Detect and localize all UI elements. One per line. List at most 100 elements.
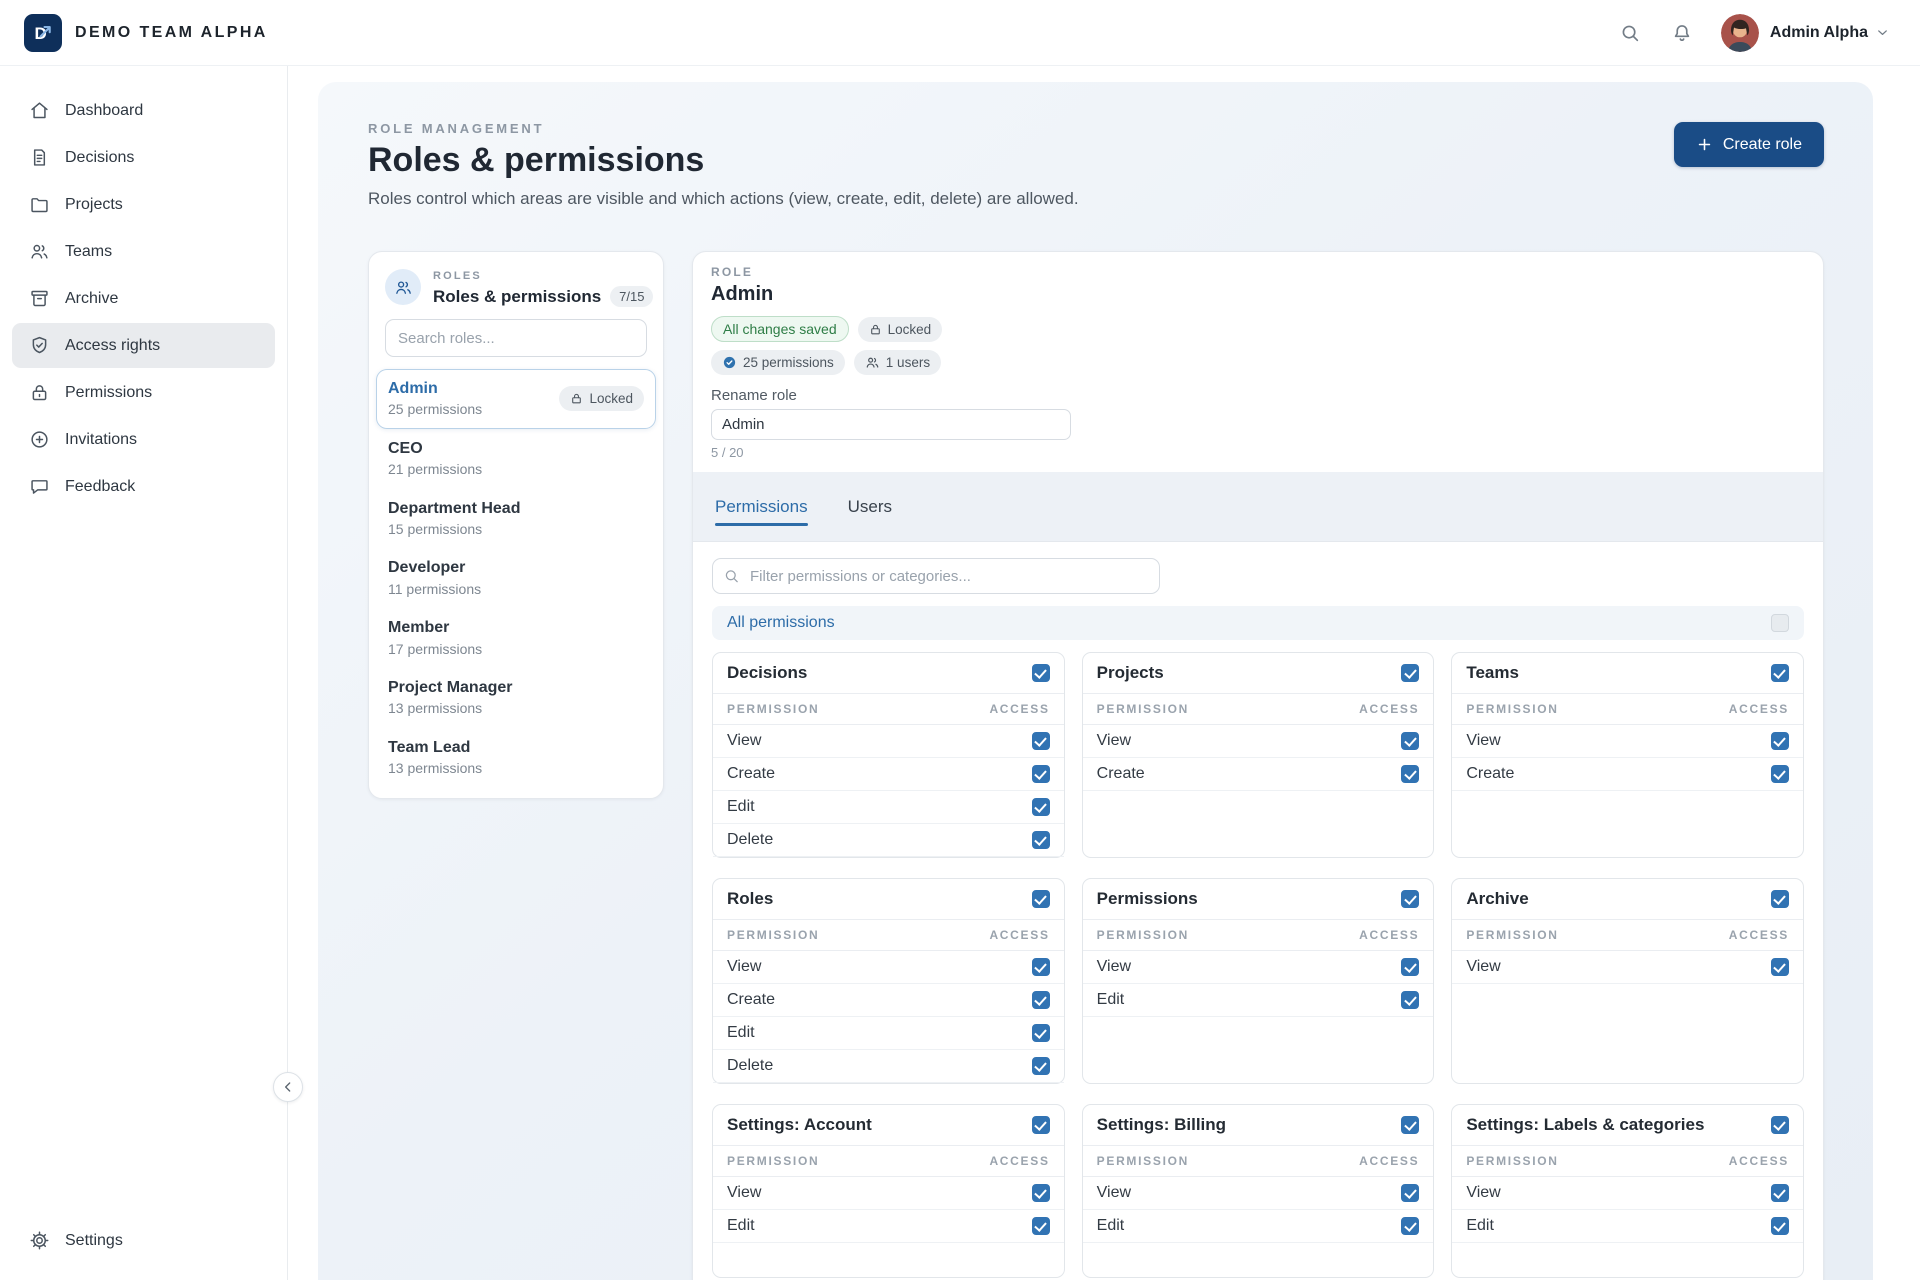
permissions-filter-input[interactable] (712, 558, 1160, 594)
tab-permissions[interactable]: Permissions (715, 472, 808, 541)
category-checkbox[interactable] (1771, 890, 1789, 908)
create-role-button[interactable]: Create role (1674, 122, 1824, 167)
category-checkbox[interactable] (1032, 664, 1050, 682)
permission-checkbox[interactable] (1771, 765, 1789, 783)
all-permissions-checkbox[interactable] (1771, 614, 1789, 632)
page-title: Roles & permissions (368, 143, 1079, 179)
access-column-label: ACCESS (989, 928, 1049, 942)
permission-column-label: PERMISSION (727, 702, 819, 716)
sidebar-item-label: Access rights (65, 337, 160, 355)
permission-checkbox[interactable] (1032, 732, 1050, 750)
role-name: Developer (388, 559, 481, 577)
sidebar-item-permissions[interactable]: Permissions (12, 370, 275, 415)
access-column-label: ACCESS (1359, 702, 1419, 716)
user-name[interactable]: Admin Alpha (1770, 24, 1868, 42)
saved-status-badge: All changes saved (711, 316, 849, 342)
permission-name: View (1097, 958, 1131, 976)
sidebar-item-settings[interactable]: Settings (12, 1218, 275, 1263)
permission-checkbox[interactable] (1032, 765, 1050, 783)
permission-checkbox[interactable] (1032, 1184, 1050, 1202)
role-name: Member (388, 619, 482, 637)
role-name: Admin (388, 380, 482, 398)
permission-category-card: Permissions PERMISSION ACCESS (1082, 878, 1435, 1084)
all-permissions-label: All permissions (727, 614, 835, 632)
permission-checkbox[interactable] (1401, 1217, 1419, 1235)
role-list-item[interactable]: Team Lead 13 permissions (376, 728, 656, 788)
permission-name: Edit (727, 1024, 755, 1042)
category-checkbox[interactable] (1401, 664, 1419, 682)
permission-row: View (1083, 725, 1434, 758)
permission-rows: View Edit (713, 1177, 1064, 1243)
category-checkbox[interactable] (1032, 890, 1050, 908)
category-checkbox[interactable] (1401, 1116, 1419, 1134)
detail-tabs: Permissions Users (693, 472, 1823, 542)
home-icon (29, 100, 50, 121)
main-area: ROLE MANAGEMENT Roles & permissions Role… (288, 66, 1920, 1280)
bell-icon[interactable] (1667, 18, 1697, 48)
permission-checkbox[interactable] (1401, 765, 1419, 783)
category-column-headers: PERMISSION ACCESS (1452, 1146, 1803, 1177)
brand-name: DEMO TEAM ALPHA (75, 24, 268, 42)
role-list-item[interactable]: Developer 11 permissions (376, 548, 656, 608)
roles-search-input[interactable] (385, 319, 647, 357)
permission-checkbox[interactable] (1771, 958, 1789, 976)
permission-name: Edit (727, 798, 755, 816)
brand[interactable]: D DEMO TEAM ALPHA (24, 14, 268, 52)
sidebar-item-teams[interactable]: Teams (12, 229, 275, 274)
search-icon[interactable] (1615, 18, 1645, 48)
category-checkbox[interactable] (1401, 890, 1419, 908)
role-list-item[interactable]: Member 17 permissions (376, 608, 656, 668)
access-column-label: ACCESS (1359, 1154, 1419, 1168)
sidebar-item-projects[interactable]: Projects (12, 182, 275, 227)
all-permissions-row[interactable]: All permissions (712, 606, 1804, 640)
category-name: Settings: Labels & categories (1466, 1115, 1704, 1135)
permission-checkbox[interactable] (1771, 732, 1789, 750)
role-list-item[interactable]: CEO 21 permissions (376, 429, 656, 489)
permission-row: View (713, 951, 1064, 984)
sidebar-item-decisions[interactable]: Decisions (12, 135, 275, 180)
role-list-item[interactable]: Project Manager 13 permissions (376, 668, 656, 728)
permission-checkbox[interactable] (1401, 958, 1419, 976)
permission-checkbox[interactable] (1032, 1217, 1050, 1235)
locked-badge-label: Locked (589, 391, 633, 406)
category-checkbox[interactable] (1771, 664, 1789, 682)
sidebar-item-archive[interactable]: Archive (12, 276, 275, 321)
category-checkbox[interactable] (1771, 1116, 1789, 1134)
permission-checkbox[interactable] (1032, 831, 1050, 849)
sidebar-item-dashboard[interactable]: Dashboard (12, 88, 275, 133)
role-list-item[interactable]: Admin 25 permissions Locked (376, 369, 656, 429)
locked-badge: Locked (559, 386, 644, 411)
permission-checkbox[interactable] (1032, 958, 1050, 976)
permission-checkbox[interactable] (1771, 1217, 1789, 1235)
permission-row: Delete (713, 1050, 1064, 1083)
tab-users[interactable]: Users (848, 472, 892, 541)
category-column-headers: PERMISSION ACCESS (713, 1146, 1064, 1177)
permission-rows: View Edit (1452, 1177, 1803, 1243)
role-item-text: Team Lead 13 permissions (388, 739, 482, 777)
search-icon (723, 568, 740, 585)
permission-row: Create (713, 984, 1064, 1017)
permission-checkbox[interactable] (1032, 1024, 1050, 1042)
permission-checkbox[interactable] (1032, 798, 1050, 816)
permission-rows: View Create (713, 725, 1064, 857)
sidebar-collapse-button[interactable] (273, 1072, 303, 1102)
role-management-panel: ROLE MANAGEMENT Roles & permissions Role… (318, 82, 1873, 1280)
role-list-item[interactable]: Department Head 15 permissions (376, 489, 656, 549)
sidebar-item-feedback[interactable]: Feedback (12, 464, 275, 509)
chevron-down-icon[interactable] (1875, 25, 1890, 40)
permission-name: Create (727, 765, 775, 783)
sidebar-item-access-rights[interactable]: Access rights (12, 323, 275, 368)
permission-checkbox[interactable] (1771, 1184, 1789, 1202)
permission-checkbox[interactable] (1032, 1057, 1050, 1075)
category-column-headers: PERMISSION ACCESS (1083, 694, 1434, 725)
sidebar-item-label: Projects (65, 196, 123, 214)
category-checkbox[interactable] (1032, 1116, 1050, 1134)
chat-icon (29, 476, 50, 497)
permission-checkbox[interactable] (1401, 991, 1419, 1009)
permission-checkbox[interactable] (1401, 732, 1419, 750)
rename-role-input[interactable] (711, 409, 1071, 440)
avatar[interactable] (1721, 14, 1759, 52)
permission-checkbox[interactable] (1401, 1184, 1419, 1202)
sidebar-item-invitations[interactable]: Invitations (12, 417, 275, 462)
permission-checkbox[interactable] (1032, 991, 1050, 1009)
